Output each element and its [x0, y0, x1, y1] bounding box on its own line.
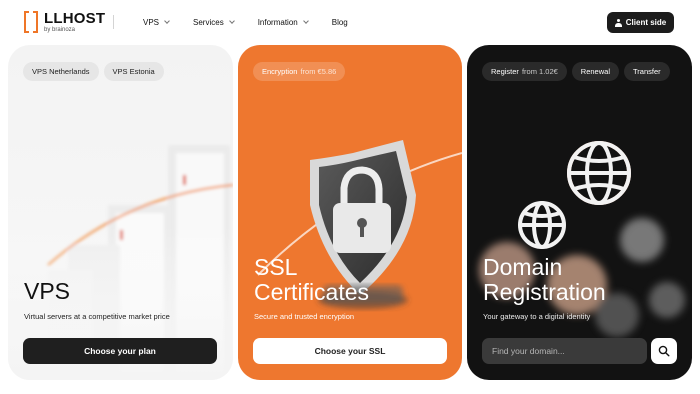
domain-search-button[interactable] [651, 338, 677, 364]
domain-title-line2: Registration [483, 279, 606, 305]
ssl-title-line2: Certificates [254, 279, 370, 305]
chip-transfer[interactable]: Transfer [623, 62, 670, 81]
chevron-down-icon [228, 17, 235, 24]
nav-label: VPS [143, 17, 160, 27]
ssl-subtitle: Secure and trusted encryption [254, 312, 355, 321]
chip-encryption-price: from €5.86 [300, 67, 337, 76]
main-nav: VPS Services Information Blog [143, 0, 372, 44]
nav-label: Blog [331, 17, 348, 27]
logo-bracket-icon [24, 11, 38, 33]
globe-icon [479, 141, 685, 337]
chip-register-price: from 1.02€ [521, 67, 558, 76]
logo-tagline: by brainoza [44, 27, 76, 33]
chip-encryption[interactable]: Encryption from €5.86 [253, 62, 346, 81]
chip-register-label: Register [491, 67, 519, 76]
chip-register[interactable]: Register from 1.02€ [482, 62, 567, 81]
chevron-down-icon [164, 17, 170, 24]
domain-card: Register from 1.02€ Renewal Transfer Dom… [467, 45, 692, 380]
choose-ssl-button[interactable]: Choose your SSL [253, 338, 447, 364]
nav-item-services[interactable]: Services [193, 17, 235, 27]
server-racks-illustration [8, 145, 233, 380]
ssl-card: Encryption from €5.86 SSL Certificates S… [238, 45, 462, 380]
client-side-label: Client side [625, 18, 667, 27]
header-divider [113, 15, 114, 29]
chip-vps-estonia[interactable]: VPS Estonia [103, 62, 164, 81]
logo[interactable]: LLHOST by brainoza [24, 11, 105, 33]
chip-vps-netherlands[interactable]: VPS Netherlands [23, 62, 99, 81]
nav-item-vps[interactable]: VPS [143, 17, 170, 27]
site-header: LLHOST by brainoza VPS Services Informat… [0, 0, 700, 44]
shield-lock-icon [257, 140, 462, 309]
user-icon [614, 18, 622, 27]
chevron-down-icon [302, 17, 309, 24]
domain-search-input[interactable] [482, 338, 647, 364]
nav-item-information[interactable]: Information [257, 17, 309, 27]
ssl-title: SSL Certificates [254, 255, 369, 305]
chip-renewal[interactable]: Renewal [571, 62, 619, 81]
ssl-title-line1: SSL [254, 254, 298, 280]
choose-plan-button[interactable]: Choose your plan [23, 338, 217, 364]
domain-subtitle: Your gateway to a digital identity [483, 312, 591, 321]
nav-label: Services [193, 17, 224, 27]
domain-title: Domain Registration [483, 255, 606, 305]
logo-name: LLHOST [44, 10, 106, 27]
domain-title-line1: Domain [483, 254, 563, 280]
vps-title: VPS [24, 278, 71, 304]
search-icon [658, 345, 670, 357]
chip-encryption-label: Encryption [262, 67, 298, 76]
nav-item-blog[interactable]: Blog [332, 18, 348, 27]
nav-label: Information [257, 17, 298, 27]
client-side-button[interactable]: Client side [607, 12, 674, 33]
vps-card: VPS Netherlands VPS Estonia VPS Virtual … [8, 45, 233, 380]
vps-subtitle: Virtual servers at a competitive market … [24, 312, 170, 321]
